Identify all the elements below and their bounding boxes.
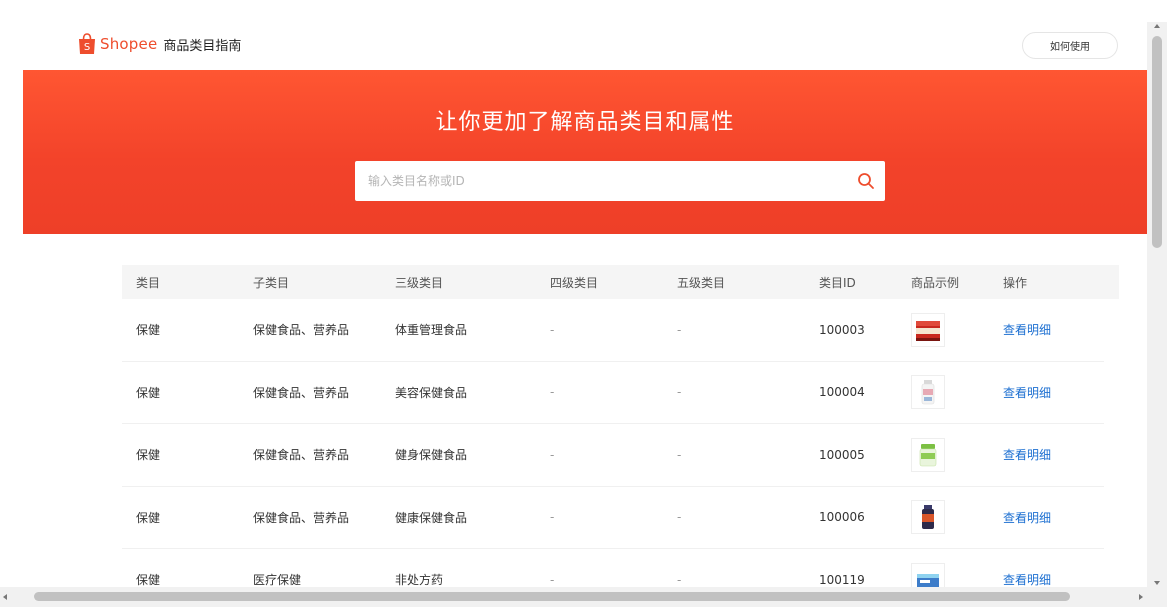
col-header-level3: 三级类目 — [395, 275, 444, 290]
cell-level5: - — [677, 447, 682, 462]
view-detail-link[interactable]: 查看明细 — [1003, 446, 1103, 463]
white-supplement-bottle-icon — [921, 380, 935, 405]
how-to-use-button[interactable]: 如何使用 — [1022, 32, 1118, 59]
cell-category: 保健 — [136, 510, 161, 525]
table-row: 保健 保健食品、营养品 健身保健食品 - - 100005 查看明细 — [122, 424, 1104, 487]
banner-title: 让你更加了解商品类目和属性 — [435, 110, 735, 135]
green-protein-jar-icon — [919, 443, 937, 467]
cell-level3: 健身保健食品 — [395, 448, 468, 463]
cell-example — [911, 312, 1003, 347]
cell-category-id: 100003 — [819, 322, 865, 337]
horizontal-scroll-thumb[interactable] — [34, 592, 1070, 601]
cell-level4: - — [550, 572, 555, 587]
cell-category-id: 100119 — [819, 572, 865, 587]
vertical-scroll-thumb[interactable] — [1152, 36, 1162, 248]
cell-level5: - — [677, 322, 682, 337]
product-thumbnail[interactable] — [911, 562, 945, 587]
cell-example — [911, 437, 1003, 472]
table-row: 保健 保健食品、营养品 美容保健食品 - - 100004 查看明细 — [122, 362, 1104, 424]
search-box — [355, 161, 885, 201]
page-viewport: S Shopee 商品类目指南 如何使用 让你更加了解商品类目和属性 类目 子类… — [0, 0, 1147, 587]
cell-subcategory: 保健食品、营养品 — [253, 385, 350, 400]
dark-vitamin-bottle-icon — [922, 505, 934, 530]
col-header-category-id: 类目ID — [819, 275, 856, 290]
red-supplement-tub-icon — [916, 320, 940, 341]
brand-name: Shopee — [100, 35, 158, 53]
cell-subcategory: 保健食品、营养品 — [253, 510, 350, 525]
category-table: 类目 子类目 三级类目 四级类目 五级类目 类目ID 商品示例 操作 保健 保健… — [122, 265, 1119, 587]
cell-level4: - — [550, 385, 555, 400]
medicine-box-icon — [917, 573, 939, 587]
search-input[interactable] — [355, 161, 835, 201]
table-row: 保健 医疗保健 非处方药 - - 100119 查看明细 — [122, 549, 1104, 587]
cell-category: 保健 — [136, 448, 161, 463]
view-detail-link[interactable]: 查看明细 — [1003, 384, 1103, 401]
cell-category: 保健 — [136, 385, 161, 400]
view-detail-link[interactable]: 查看明细 — [1003, 509, 1103, 526]
cell-level3: 健康保健食品 — [395, 510, 468, 525]
scroll-down-arrow-icon[interactable] — [1154, 581, 1160, 585]
cell-category-id: 100005 — [819, 447, 865, 462]
search-icon[interactable] — [857, 172, 875, 190]
cell-level3: 体重管理食品 — [395, 323, 468, 338]
cell-subcategory: 医疗保健 — [253, 573, 302, 587]
product-thumbnail[interactable] — [911, 500, 945, 535]
cell-category: 保健 — [136, 573, 161, 587]
product-thumbnail[interactable] — [911, 437, 945, 472]
shopee-bag-icon: S — [78, 33, 96, 55]
cell-level5: - — [677, 510, 682, 525]
scroll-up-arrow-icon[interactable] — [1154, 24, 1160, 28]
cell-example — [911, 500, 1003, 535]
col-header-example: 商品示例 — [911, 275, 960, 290]
cell-level3: 美容保健食品 — [395, 385, 468, 400]
cell-example — [911, 375, 1003, 410]
vertical-scrollbar[interactable] — [1147, 22, 1167, 587]
site-subtitle: 商品类目指南 — [163, 38, 242, 54]
table-row: 保健 保健食品、营养品 健康保健食品 - - 100006 查看明细 — [122, 487, 1104, 549]
svg-text:S: S — [84, 42, 90, 53]
table-row: 保健 保健食品、营养品 体重管理食品 - - 100003 查看明细 — [122, 299, 1104, 362]
col-header-level5: 五级类目 — [677, 275, 726, 290]
col-header-action: 操作 — [1003, 275, 1028, 290]
cell-category-id: 100006 — [819, 510, 865, 525]
cell-category-id: 100004 — [819, 385, 865, 400]
cell-subcategory: 保健食品、营养品 — [253, 323, 350, 338]
shopee-logo[interactable]: S Shopee 商品类目指南 — [78, 33, 241, 55]
view-detail-link[interactable]: 查看明细 — [1003, 321, 1103, 338]
table-header: 类目 子类目 三级类目 四级类目 五级类目 类目ID 商品示例 操作 — [122, 265, 1119, 299]
cell-level4: - — [550, 322, 555, 337]
scroll-left-arrow-icon[interactable] — [3, 594, 7, 600]
cell-category: 保健 — [136, 323, 161, 338]
cell-level5: - — [677, 572, 682, 587]
cell-level5: - — [677, 385, 682, 400]
hero-banner: 让你更加了解商品类目和属性 — [23, 70, 1147, 234]
product-thumbnail[interactable] — [911, 312, 945, 347]
cell-level4: - — [550, 510, 555, 525]
view-detail-link[interactable]: 查看明细 — [1003, 571, 1103, 587]
col-header-category: 类目 — [136, 275, 161, 290]
horizontal-scrollbar[interactable] — [0, 587, 1167, 607]
col-header-level4: 四级类目 — [550, 275, 599, 290]
cell-level4: - — [550, 447, 555, 462]
cell-level3: 非处方药 — [395, 573, 444, 587]
cell-subcategory: 保健食品、营养品 — [253, 448, 350, 463]
scroll-right-arrow-icon[interactable] — [1139, 594, 1143, 600]
col-header-subcategory: 子类目 — [253, 275, 290, 290]
top-header: S Shopee 商品类目指南 如何使用 — [0, 0, 1147, 70]
product-thumbnail[interactable] — [911, 375, 945, 410]
cell-example — [911, 562, 1003, 587]
